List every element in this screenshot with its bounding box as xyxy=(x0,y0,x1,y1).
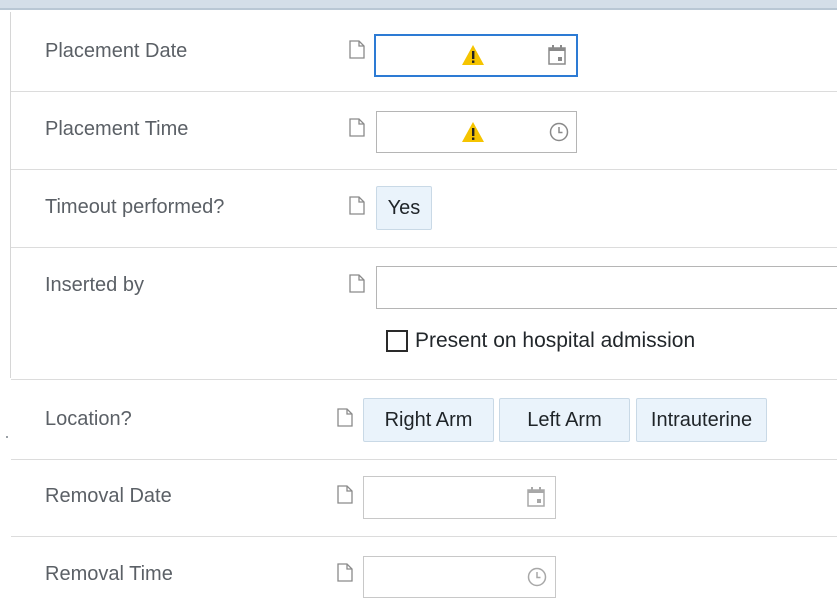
location-label: Location? xyxy=(45,408,132,430)
location-intrauterine-button[interactable]: Intrauterine xyxy=(636,398,767,442)
location-left-arm-button[interactable]: Left Arm xyxy=(499,398,630,442)
removal-time-row: Removal Time xyxy=(11,536,837,599)
inserted-by-input[interactable] xyxy=(376,266,837,309)
document-icon[interactable] xyxy=(349,40,365,59)
placement-time-input[interactable] xyxy=(376,111,577,153)
inserted-by-row: Inserted by Present on hospital admissio… xyxy=(11,247,837,380)
timeout-performed-label: Timeout performed? xyxy=(45,196,225,218)
warning-icon xyxy=(461,121,485,143)
calendar-icon[interactable] xyxy=(548,45,566,65)
removal-date-row: Removal Date xyxy=(11,458,837,537)
document-icon[interactable] xyxy=(337,485,353,504)
removal-time-input[interactable] xyxy=(363,556,556,598)
removal-date-label: Removal Date xyxy=(45,485,172,507)
removal-time-label: Removal Time xyxy=(45,563,173,585)
document-icon[interactable] xyxy=(349,118,365,137)
placement-date-row: Placement Date xyxy=(11,12,837,92)
warning-icon xyxy=(461,44,485,66)
header-bar xyxy=(0,0,837,10)
placement-date-label: Placement Date xyxy=(45,40,188,62)
document-icon[interactable] xyxy=(349,196,365,215)
location-right-arm-button[interactable]: Right Arm xyxy=(363,398,494,442)
placement-time-label: Placement Time xyxy=(45,118,189,140)
document-icon[interactable] xyxy=(349,274,365,293)
removal-date-input[interactable] xyxy=(363,476,556,519)
placement-date-input[interactable] xyxy=(374,34,578,77)
document-icon[interactable] xyxy=(337,408,353,427)
location-row: Location? Right Arm Left Arm Intrauterin… xyxy=(11,379,837,460)
inserted-by-label: Inserted by xyxy=(45,274,144,296)
clock-icon[interactable] xyxy=(527,567,547,587)
placement-time-row: Placement Time xyxy=(11,91,837,170)
present-on-admission-label: Present on hospital admission xyxy=(415,329,696,352)
timeout-performed-row: Timeout performed? Yes xyxy=(11,169,837,248)
divider-dot xyxy=(6,436,8,438)
document-icon[interactable] xyxy=(337,563,353,582)
timeout-yes-button[interactable]: Yes xyxy=(376,186,432,230)
present-on-admission-checkbox[interactable] xyxy=(386,330,408,352)
calendar-icon[interactable] xyxy=(527,487,545,507)
clock-icon[interactable] xyxy=(549,122,569,142)
